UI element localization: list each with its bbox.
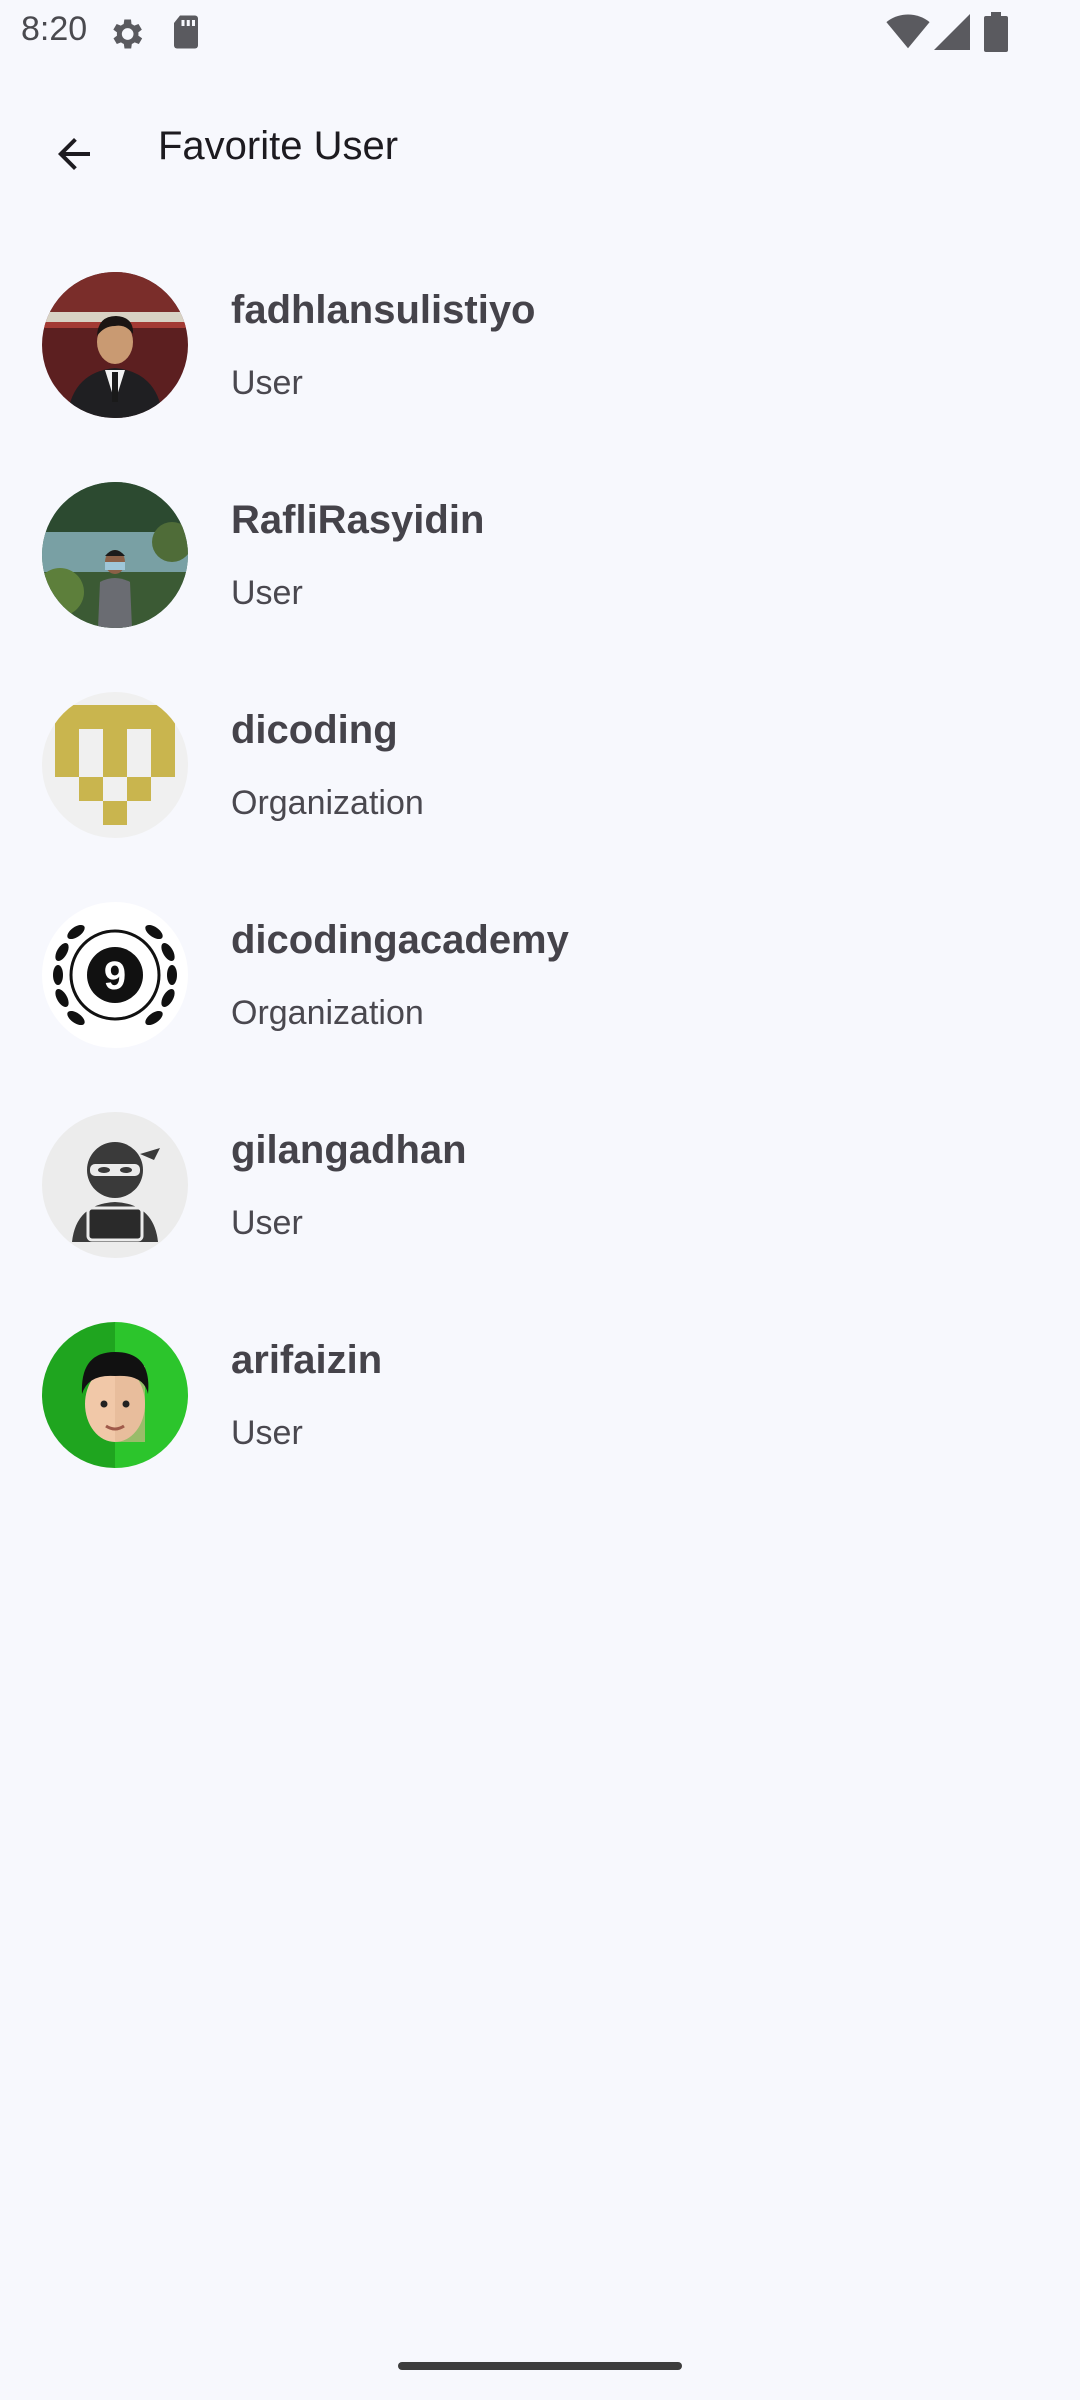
favorite-user-screen: 8:20 Favorite User fadhlansulistiyo User… xyxy=(0,0,1080,2400)
signal-icon xyxy=(934,14,970,50)
gear-icon xyxy=(113,19,143,49)
user-type: User xyxy=(231,364,303,402)
man-at-lake-avatar-image xyxy=(42,482,188,628)
identicon-avatar-image xyxy=(42,692,188,838)
list-item[interactable]: RafliRasyidin User xyxy=(0,466,1080,676)
status-bar: 8:20 xyxy=(0,0,1080,64)
page-title: Favorite User xyxy=(158,124,399,168)
avatar: 9 xyxy=(42,902,188,1048)
user-type: User xyxy=(231,1414,303,1452)
avatar xyxy=(42,482,188,628)
battery-icon xyxy=(984,12,1008,52)
list-item[interactable]: fadhlansulistiyo User xyxy=(0,256,1080,466)
favorite-user-list[interactable]: fadhlansulistiyo User RafliRasyidin User… xyxy=(0,256,1080,1516)
avatar xyxy=(42,1322,188,1468)
user-login: RafliRasyidin xyxy=(231,498,485,542)
user-type: User xyxy=(231,574,303,612)
list-item[interactable]: 9 dicodingacademy Organization xyxy=(0,886,1080,1096)
svg-text:9: 9 xyxy=(104,954,126,998)
user-type: Organization xyxy=(231,784,424,822)
list-item[interactable]: gilangadhan User xyxy=(0,1096,1080,1306)
user-login: gilangadhan xyxy=(231,1128,467,1172)
user-type: User xyxy=(231,1204,303,1242)
user-login: dicoding xyxy=(231,708,398,752)
avatar xyxy=(42,1112,188,1258)
back-button[interactable] xyxy=(34,114,114,194)
user-type: Organization xyxy=(231,994,424,1032)
cartoon-boy-avatar-image xyxy=(42,1322,188,1468)
avatar xyxy=(42,272,188,418)
man-in-suit-avatar-image xyxy=(42,272,188,418)
ninja-avatar-image xyxy=(42,1112,188,1258)
app-bar: Favorite User xyxy=(0,84,1080,212)
home-indicator[interactable] xyxy=(398,2362,682,2370)
arrow-back-icon xyxy=(58,138,90,170)
user-login: dicodingacademy xyxy=(231,918,569,962)
wifi-icon xyxy=(886,14,930,49)
avatar xyxy=(42,692,188,838)
academy-logo-avatar-image: 9 xyxy=(42,902,188,1048)
list-item[interactable]: arifaizin User xyxy=(0,1306,1080,1516)
user-login: arifaizin xyxy=(231,1338,383,1382)
sd-card-icon xyxy=(174,15,198,49)
list-item[interactable]: dicoding Organization xyxy=(0,676,1080,886)
status-time: 8:20 xyxy=(21,10,88,48)
user-login: fadhlansulistiyo xyxy=(231,288,536,332)
